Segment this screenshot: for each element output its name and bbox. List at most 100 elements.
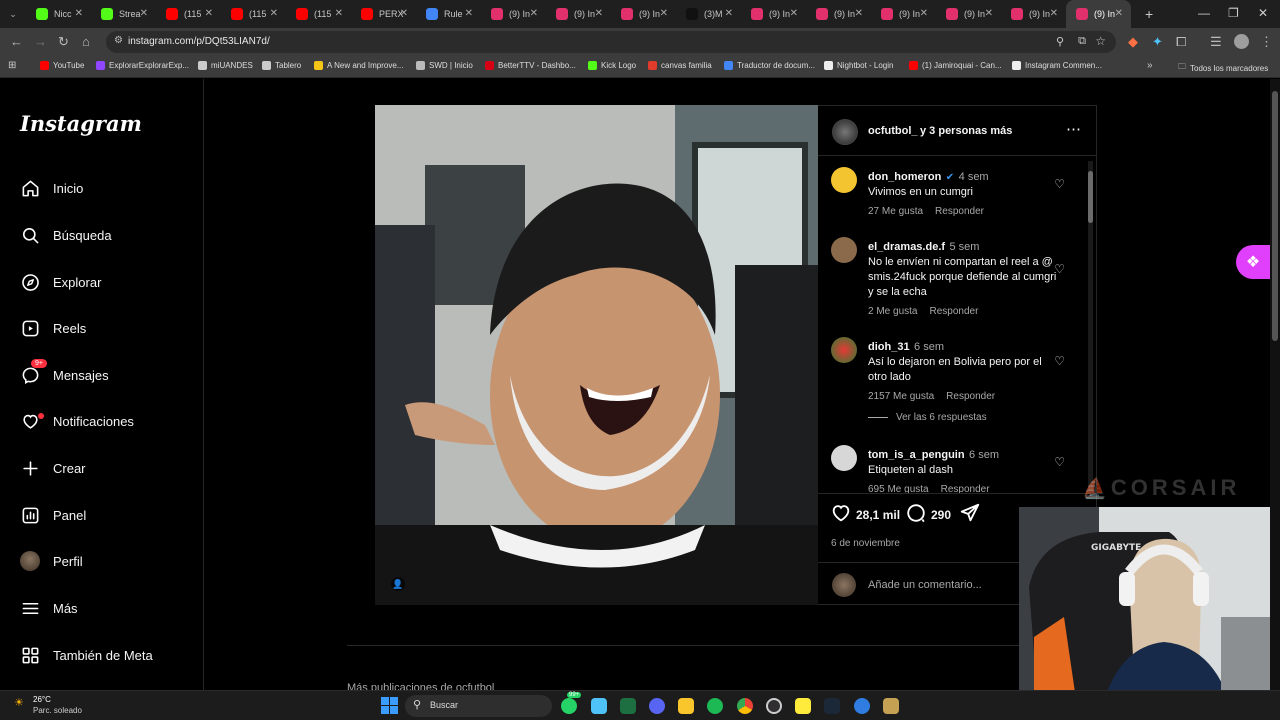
all-bookmarks-folder[interactable]: 🗀 Todos los marcadores [1178, 61, 1268, 75]
comment-like-heart-icon[interactable]: ♡ [1054, 354, 1065, 368]
apps-grid-icon[interactable]: ⊞ [8, 60, 16, 71]
bookmark-item[interactable]: (1) Jamiroquai - Can... [909, 61, 1002, 70]
sidebar-item-tambien-de-meta[interactable]: También de Meta [20, 641, 153, 669]
browser-tab[interactable]: Rule ✕ [416, 0, 481, 28]
tab-close-icon[interactable]: ✕ [595, 8, 603, 19]
page-scrollbar[interactable] [1270, 79, 1280, 690]
sticky-notes-icon[interactable] [795, 698, 811, 714]
tab-close-icon[interactable]: ✕ [855, 8, 863, 19]
tab-search-button[interactable]: ⌄ [0, 9, 26, 20]
spotify-icon[interactable] [707, 698, 723, 714]
comment-username[interactable]: el_dramas.de.f [868, 241, 945, 253]
browser-tab[interactable]: (9) In ✕ [741, 0, 806, 28]
tab-close-icon[interactable]: ✕ [270, 8, 278, 19]
tab-close-icon[interactable]: ✕ [140, 8, 148, 19]
comments-scrollbar[interactable] [1088, 161, 1093, 491]
file-explorer-icon[interactable] [678, 698, 694, 714]
forward-icon[interactable]: → [34, 34, 47, 49]
comment-username[interactable]: tom_is_a_penguin [868, 449, 965, 461]
browser-tab[interactable]: (9) In ✕ [546, 0, 611, 28]
post-coauthors[interactable]: y 3 personas más [920, 125, 1012, 137]
bookmark-item[interactable]: Kick Logo [588, 61, 636, 70]
comment-time[interactable]: 6 sem [914, 341, 944, 353]
add-comment-input[interactable]: Añade un comentario... [868, 579, 982, 591]
tagged-user-icon[interactable]: 👤 [391, 577, 405, 591]
like-heart-icon[interactable] [830, 502, 852, 529]
comment-time[interactable]: 5 sem [950, 241, 980, 253]
tab-close-icon[interactable]: ✕ [985, 8, 993, 19]
reply-button[interactable]: Responder [946, 391, 995, 402]
comment-avatar[interactable] [831, 337, 857, 363]
comment-time[interactable]: 4 sem [959, 171, 989, 183]
reload-icon[interactable]: ↻ [58, 34, 69, 50]
windows-start-icon[interactable] [381, 697, 398, 714]
tab-close-icon[interactable]: ✕ [530, 8, 538, 19]
edge-icon[interactable] [854, 698, 870, 714]
extensions-puzzle-icon[interactable]: ⧠ [1176, 34, 1186, 50]
reply-button[interactable]: Responder [929, 306, 978, 317]
bookmark-item[interactable]: SWD | Inicio [416, 61, 473, 70]
bookmark-item[interactable]: canvas familia [648, 61, 712, 70]
comment-bubble-icon[interactable] [905, 502, 927, 529]
comment-avatar[interactable] [831, 167, 857, 193]
bookmark-item[interactable]: Traductor de docum... [724, 61, 815, 70]
tab-close-icon[interactable]: ✕ [920, 8, 928, 19]
author-avatar[interactable] [832, 119, 858, 145]
sidebar-item-crear[interactable]: Crear [20, 454, 86, 482]
discord-icon[interactable] [649, 698, 665, 714]
post-author[interactable]: ocfutbol_ [868, 125, 918, 137]
chrome-icon[interactable] [737, 698, 753, 714]
comment-like-heart-icon[interactable]: ♡ [1054, 177, 1065, 191]
sidebar-item-mas[interactable]: Más [20, 594, 78, 622]
back-icon[interactable]: ← [10, 34, 23, 49]
comments-count[interactable]: 290 [931, 508, 951, 522]
instagram-logo[interactable]: Instagram [20, 111, 142, 136]
comment-like-heart-icon[interactable]: ♡ [1054, 262, 1065, 276]
comment-username[interactable]: don_homeron [868, 171, 941, 183]
sidebar-item-mensajes[interactable]: 9+ Mensajes [20, 359, 109, 389]
tab-close-icon[interactable]: ✕ [75, 8, 83, 19]
bookmark-item[interactable]: Tablero [262, 61, 301, 70]
bookmarks-overflow-icon[interactable]: » [1147, 60, 1153, 71]
obs-icon[interactable] [766, 698, 782, 714]
taskbar-search[interactable]: ⚲ Buscar [405, 695, 552, 717]
install-icon[interactable]: ⧉ [1078, 35, 1086, 48]
home-browser-icon[interactable]: ⌂ [82, 34, 90, 49]
extension-icon[interactable]: ✦ [1152, 34, 1163, 50]
more-options-icon[interactable]: ⋯ [1066, 120, 1081, 138]
sidebar-item-explorar[interactable]: Explorar [20, 268, 101, 296]
tab-close-icon[interactable]: ✕ [1050, 8, 1058, 19]
tab-close-icon[interactable]: ✕ [205, 8, 213, 19]
sidebar-item-reels[interactable]: Reels [20, 314, 86, 342]
excel-icon[interactable] [620, 698, 636, 714]
comment-time[interactable]: 6 sem [969, 449, 999, 461]
tab-close-icon[interactable]: ✕ [660, 8, 668, 19]
bookmark-item[interactable]: A New and Improve... [314, 61, 403, 70]
bookmark-item[interactable]: Instagram Commen... [1012, 61, 1102, 70]
bookmark-item[interactable]: BetterTTV - Dashbo... [485, 61, 576, 70]
tab-close-icon[interactable]: ✕ [725, 8, 733, 19]
close-window-button[interactable]: ✕ [1258, 6, 1268, 20]
browser-tab[interactable]: (9) In ✕ [1001, 0, 1066, 28]
reply-button[interactable]: Responder [941, 484, 990, 493]
zoom-icon[interactable]: ⚲ [1056, 35, 1064, 48]
browser-menu-icon[interactable]: ⋮ [1260, 34, 1273, 50]
sidebar-item-busqueda[interactable]: Búsqueda [20, 221, 112, 249]
browser-tab[interactable]: (9) In ✕ [611, 0, 676, 28]
browser-tab[interactable]: PERX ✕ [351, 0, 416, 28]
scrollbar-thumb[interactable] [1272, 91, 1278, 341]
tab-close-icon[interactable]: ✕ [400, 8, 408, 19]
steam-icon[interactable] [824, 698, 840, 714]
browser-tab[interactable]: (9) In ✕ [1066, 0, 1131, 28]
comment-likes[interactable]: 2157 Me gusta [868, 391, 934, 402]
browser-tab[interactable]: (115 ✕ [286, 0, 351, 28]
sidebar-item-perfil[interactable]: Perfil [20, 547, 83, 575]
browser-tab[interactable]: (9) In ✕ [481, 0, 546, 28]
comment-like-heart-icon[interactable]: ♡ [1054, 455, 1065, 469]
comment-likes[interactable]: 27 Me gusta [868, 206, 923, 217]
sidebar-item-notificaciones[interactable]: Notificaciones [20, 407, 134, 435]
tab-close-icon[interactable]: ✕ [335, 8, 343, 19]
bookmark-item[interactable]: Nightbot - Login [824, 61, 893, 70]
browser-tab[interactable]: (9) In ✕ [871, 0, 936, 28]
tab-close-icon[interactable]: ✕ [1115, 8, 1123, 19]
